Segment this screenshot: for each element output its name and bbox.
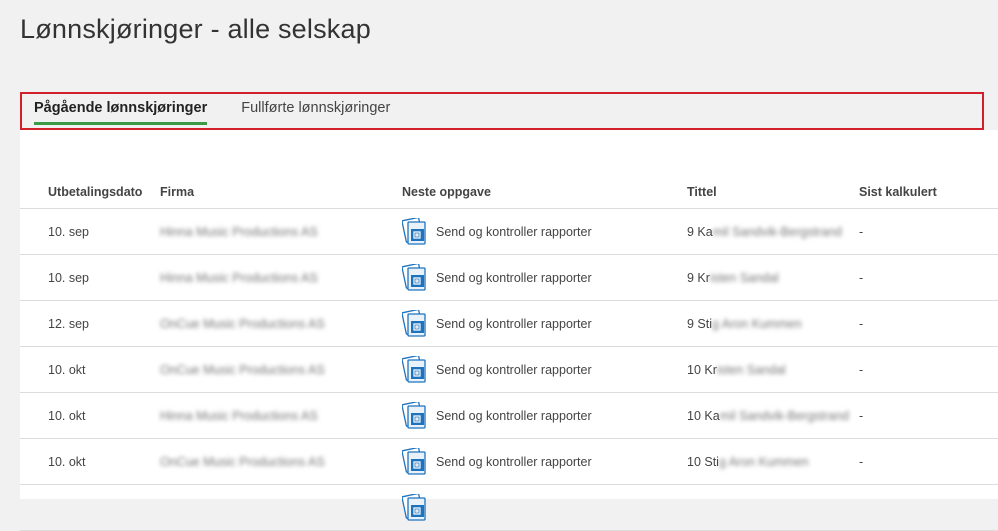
- column-header-company[interactable]: Firma: [160, 176, 402, 209]
- page-title: Lønnskjøringer - alle selskap: [20, 14, 371, 44]
- report-send-icon: [402, 263, 426, 291]
- next-task-label: Send og kontroller rapporter: [436, 408, 592, 423]
- next-task[interactable]: Send og kontroller rapporter: [402, 300, 687, 347]
- payroll-title: 10 Kamil Sandvik-Bergstrand: [687, 392, 859, 439]
- report-send-icon: [402, 447, 426, 475]
- report-send-icon: [402, 309, 426, 337]
- last-calculated: -: [859, 438, 998, 485]
- next-task-label: Send og kontroller rapporter: [436, 270, 592, 285]
- payment-date: 10. okt: [20, 438, 160, 485]
- next-task[interactable]: Send og kontroller rapporter: [402, 392, 687, 439]
- payment-date: [20, 484, 160, 531]
- next-task-label: Send og kontroller rapporter: [436, 224, 592, 239]
- last-calculated: [859, 484, 998, 531]
- table-row[interactable]: 10. okt Hinna Music Productions AS Send …: [20, 392, 998, 439]
- payment-date: 12. sep: [20, 300, 160, 347]
- payment-date: 10. okt: [20, 346, 160, 393]
- tab-completed-payroll[interactable]: Fullførte lønnskjøringer: [241, 100, 390, 122]
- company-name: OnCue Music Productions AS: [160, 346, 402, 393]
- tab-ongoing-payroll[interactable]: Pågående lønnskjøringer: [34, 100, 208, 125]
- table-row[interactable]: 10. sep Hinna Music Productions AS Send …: [20, 254, 998, 301]
- payment-date: 10. okt: [20, 392, 160, 439]
- last-calculated: -: [859, 346, 998, 393]
- company-name: OnCue Music Productions AS: [160, 438, 402, 485]
- payroll-panel: Utbetalingsdato Firma Neste oppgave Titt…: [20, 130, 998, 531]
- last-calculated: -: [859, 254, 998, 301]
- table-row[interactable]: 10. sep Hinna Music Productions AS Send …: [20, 208, 998, 255]
- next-task[interactable]: Send og kontroller rapporter: [402, 438, 687, 485]
- report-send-icon: [402, 355, 426, 383]
- report-send-icon: [402, 493, 426, 521]
- payroll-table: Utbetalingsdato Firma Neste oppgave Titt…: [20, 176, 998, 531]
- table-row[interactable]: 10. okt OnCue Music Productions AS Send …: [20, 346, 998, 393]
- next-task-label: Send og kontroller rapporter: [436, 316, 592, 331]
- column-header-last-calculated[interactable]: Sist kalkulert: [859, 176, 998, 209]
- next-task[interactable]: Send og kontroller rapporter: [402, 208, 687, 255]
- column-header-title[interactable]: Tittel: [687, 176, 859, 209]
- table-row[interactable]: 10. okt OnCue Music Productions AS Send …: [20, 438, 998, 485]
- company-name: Hinna Music Productions AS: [160, 254, 402, 301]
- company-name: Hinna Music Productions AS: [160, 208, 402, 255]
- table-row[interactable]: 12. sep OnCue Music Productions AS Send …: [20, 300, 998, 347]
- payroll-title: 10 Kristen Sandal: [687, 346, 859, 393]
- payroll-title: 9 Stig Aron Kummen: [687, 300, 859, 347]
- last-calculated: -: [859, 208, 998, 255]
- next-task[interactable]: Send og kontroller rapporter: [402, 346, 687, 393]
- next-task[interactable]: Send og kontroller rapporter: [402, 254, 687, 301]
- last-calculated: -: [859, 300, 998, 347]
- report-send-icon: [402, 401, 426, 429]
- payroll-title: 9 Kristen Sandal: [687, 254, 859, 301]
- company-name: [160, 484, 402, 531]
- tab-bar: Pågående lønnskjøringer Fullførte lønnsk…: [20, 92, 984, 130]
- next-task-label: Send og kontroller rapporter: [436, 362, 592, 377]
- last-calculated: -: [859, 392, 998, 439]
- payroll-title: 9 Kamil Sandvik-Bergstrand: [687, 208, 859, 255]
- table-header-row: Utbetalingsdato Firma Neste oppgave Titt…: [20, 176, 998, 209]
- payment-date: 10. sep: [20, 208, 160, 255]
- payment-date: 10. sep: [20, 254, 160, 301]
- column-header-next-task[interactable]: Neste oppgave: [402, 176, 687, 209]
- next-task[interactable]: [402, 484, 687, 531]
- column-header-payment-date[interactable]: Utbetalingsdato: [20, 176, 160, 209]
- payroll-title: 10 Stig Aron Kummen: [687, 438, 859, 485]
- report-send-icon: [402, 217, 426, 245]
- company-name: Hinna Music Productions AS: [160, 392, 402, 439]
- next-task-label: Send og kontroller rapporter: [436, 454, 592, 469]
- table-row[interactable]: [20, 484, 998, 531]
- company-name: OnCue Music Productions AS: [160, 300, 402, 347]
- payroll-title: [687, 484, 859, 531]
